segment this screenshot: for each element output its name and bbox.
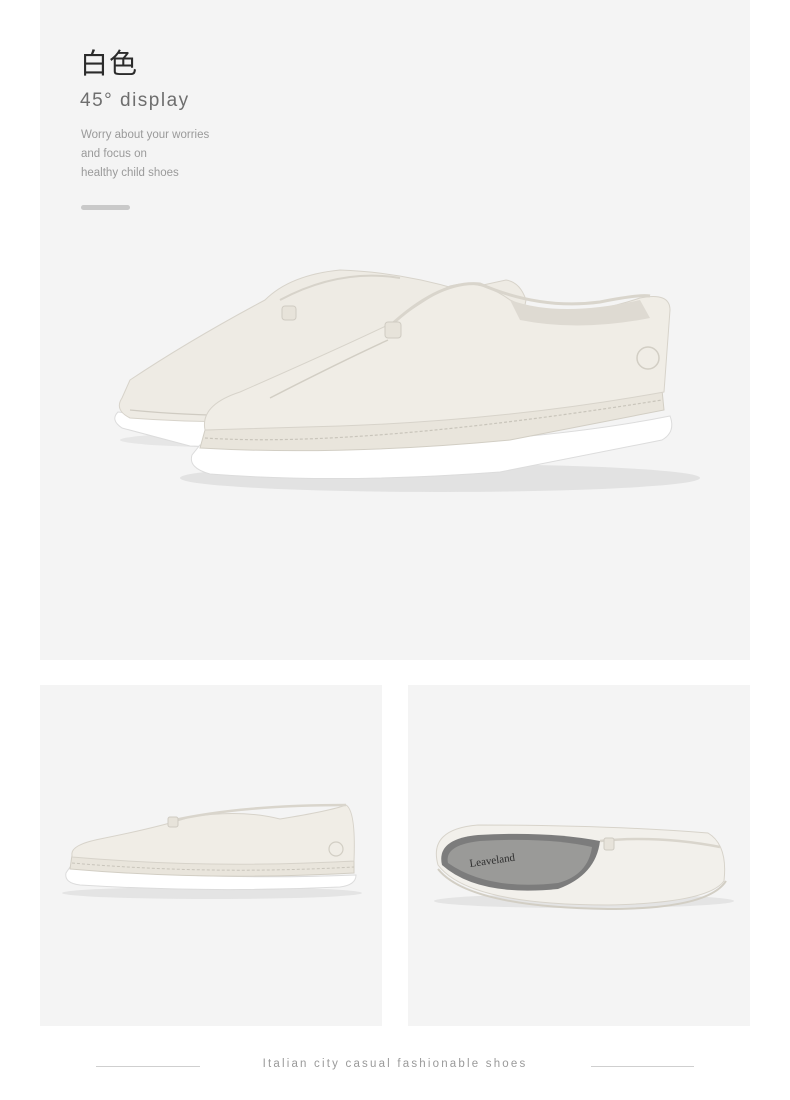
hero-panel: 白色 45° display Worry about your worries …	[40, 0, 750, 660]
footer-tagline: Italian city casual fashionable shoes	[262, 1058, 528, 1070]
top-view-panel: Leaveland	[408, 685, 750, 1026]
shoe-side-image	[62, 803, 362, 899]
shoe-top-image: Leaveland	[434, 824, 734, 911]
shoe-pair-image	[114, 269, 700, 492]
side-view-panel	[40, 685, 382, 1026]
